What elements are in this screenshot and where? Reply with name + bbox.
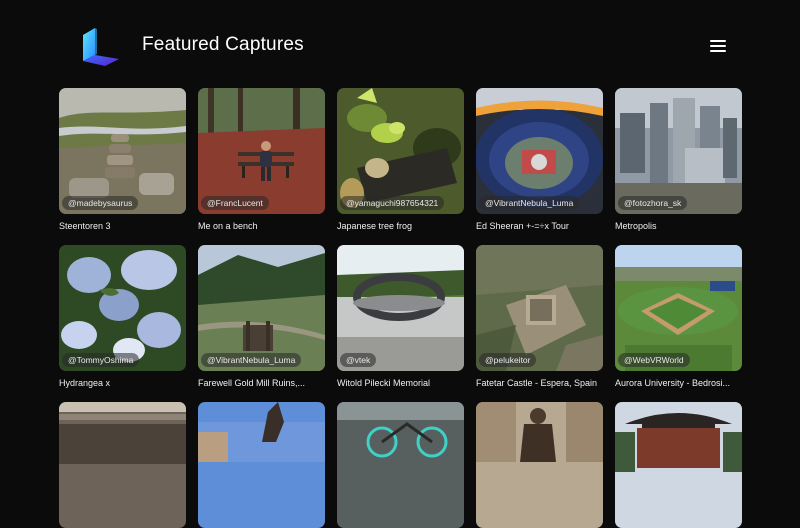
capture-title: Ed Sheeran +-=÷x Tour bbox=[476, 221, 569, 231]
author-handle[interactable]: @madebysaurus bbox=[62, 196, 139, 210]
page-title: Featured Captures bbox=[142, 34, 304, 55]
capture-card[interactable]: @VibrantNebula_Luma Farewell Gold Mill R… bbox=[198, 245, 325, 388]
capture-thumbnail[interactable]: @madebysaurus bbox=[59, 88, 186, 214]
hamburger-menu-icon[interactable] bbox=[710, 40, 726, 54]
capture-title: Hydrangea x bbox=[59, 378, 111, 388]
capture-thumbnail[interactable]: @TommyOshima bbox=[59, 245, 186, 371]
capture-card[interactable]: @FrancLucent Me on a bench bbox=[198, 88, 325, 231]
capture-thumbnail[interactable]: @FrancLucent bbox=[198, 88, 325, 214]
author-handle[interactable]: @VibrantNebula_Luma bbox=[201, 353, 302, 367]
capture-thumbnail[interactable] bbox=[59, 402, 186, 528]
capture-card[interactable]: @vtek Witold Pilecki Memorial bbox=[337, 245, 464, 388]
capture-thumbnail[interactable] bbox=[615, 402, 742, 528]
capture-card[interactable]: @TommyOshima Hydrangea x bbox=[59, 245, 186, 388]
author-handle[interactable]: @fotozhora_sk bbox=[618, 196, 688, 210]
capture-card[interactable]: @pelukeitor Fatetar Castle - Espera, Spa… bbox=[476, 245, 603, 388]
capture-thumbnail[interactable] bbox=[337, 402, 464, 528]
capture-card[interactable]: @fotozhora_sk Metropolis bbox=[615, 88, 742, 231]
author-handle[interactable]: @FrancLucent bbox=[201, 196, 269, 210]
statue-sky-image bbox=[198, 402, 325, 528]
capture-card[interactable]: @yamaguchi987654321 Japanese tree frog bbox=[337, 88, 464, 231]
capture-card[interactable] bbox=[476, 402, 603, 528]
author-handle[interactable]: @vtek bbox=[340, 353, 377, 367]
header: Featured Captures bbox=[0, 0, 800, 88]
capture-thumbnail[interactable]: @VibrantNebula_Luma bbox=[476, 88, 603, 214]
capture-title: Japanese tree frog bbox=[337, 221, 413, 231]
author-handle[interactable]: @pelukeitor bbox=[479, 353, 537, 367]
cube-logo-icon[interactable] bbox=[81, 27, 120, 67]
capture-title: Witold Pilecki Memorial bbox=[337, 378, 431, 388]
bicycle-image bbox=[337, 402, 464, 528]
japanese-temple-image bbox=[615, 402, 742, 528]
capture-thumbnail[interactable]: @WebVRWorld bbox=[615, 245, 742, 371]
capture-thumbnail[interactable]: @yamaguchi987654321 bbox=[337, 88, 464, 214]
bronze-sculpture-image bbox=[476, 402, 603, 528]
author-handle[interactable]: @WebVRWorld bbox=[618, 353, 690, 367]
capture-card[interactable] bbox=[337, 402, 464, 528]
capture-title: Fatetar Castle - Espera, Spain bbox=[476, 378, 598, 388]
capture-card[interactable] bbox=[615, 402, 742, 528]
author-handle[interactable]: @TommyOshima bbox=[62, 353, 140, 367]
capture-thumbnail[interactable]: @VibrantNebula_Luma bbox=[198, 245, 325, 371]
capture-card[interactable] bbox=[59, 402, 186, 528]
capture-card[interactable]: @VibrantNebula_Luma Ed Sheeran +-=÷x Tou… bbox=[476, 88, 603, 231]
author-handle[interactable]: @yamaguchi987654321 bbox=[340, 196, 445, 210]
capture-card[interactable]: @madebysaurus Steentoren 3 bbox=[59, 88, 186, 231]
author-handle[interactable]: @VibrantNebula_Luma bbox=[479, 196, 580, 210]
capture-card[interactable] bbox=[198, 402, 325, 528]
capture-thumbnail[interactable]: @pelukeitor bbox=[476, 245, 603, 371]
interior-hall-image bbox=[59, 402, 186, 528]
capture-thumbnail[interactable]: @vtek bbox=[337, 245, 464, 371]
capture-thumbnail[interactable] bbox=[198, 402, 325, 528]
capture-title: Steentoren 3 bbox=[59, 221, 111, 231]
capture-title: Aurora University - Bedrosi... bbox=[615, 378, 731, 388]
capture-title: Me on a bench bbox=[198, 221, 258, 231]
capture-thumbnail[interactable] bbox=[476, 402, 603, 528]
capture-card[interactable]: @WebVRWorld Aurora University - Bedrosi.… bbox=[615, 245, 742, 388]
capture-thumbnail[interactable]: @fotozhora_sk bbox=[615, 88, 742, 214]
capture-title: Metropolis bbox=[615, 221, 657, 231]
capture-title: Farewell Gold Mill Ruins,... bbox=[198, 378, 306, 388]
